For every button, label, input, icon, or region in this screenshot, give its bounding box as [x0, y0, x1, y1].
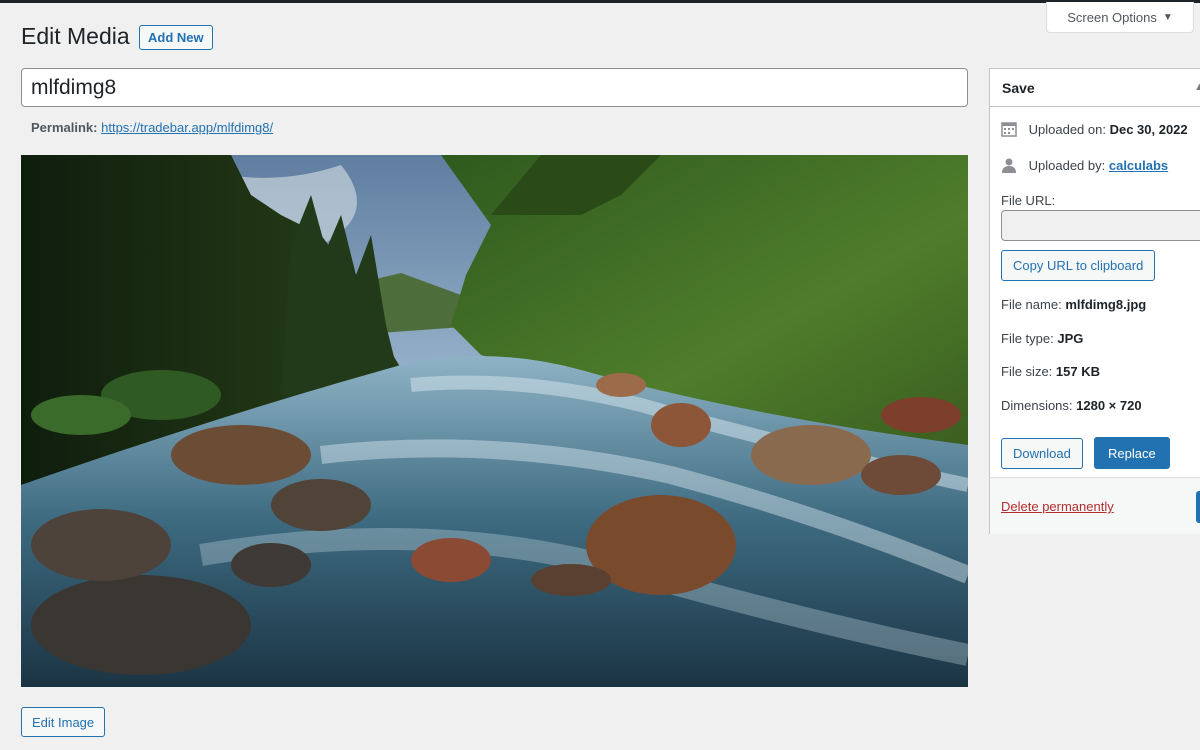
save-metabox: Save ▲ Uploaded on: Dec 30, 2022 Uploade: [989, 68, 1200, 534]
download-button[interactable]: Download: [1001, 438, 1083, 469]
file-url-label: File URL:: [1001, 193, 1056, 208]
page-title: Edit Media: [21, 23, 130, 49]
media-title-input[interactable]: mlfdimg8: [21, 68, 968, 107]
dimensions-label: Dimensions:: [1001, 398, 1077, 413]
permalink: Permalink: https://tradebar.app/mlfdimg8…: [31, 120, 273, 135]
screen-options-label: Screen Options: [1067, 9, 1157, 25]
file-type-label: File type:: [1001, 331, 1058, 346]
file-size-value: 157 KB: [1055, 364, 1100, 379]
uploaded-on-label: Uploaded on:: [1028, 121, 1110, 137]
uploaded-on-value: Dec 30, 2022: [1109, 121, 1188, 137]
user-icon: [1001, 157, 1017, 176]
replace-button[interactable]: Replace: [1094, 437, 1170, 469]
file-type-row: File type: JPG: [1001, 331, 1083, 346]
permalink-link[interactable]: https://tradebar.app/mlfdimg8/: [101, 120, 273, 135]
file-name-value: mlfdimg8.jpg: [1065, 297, 1147, 312]
file-type-value: JPG: [1057, 331, 1084, 346]
delete-permanently-link[interactable]: Delete permanently: [1001, 499, 1114, 514]
admin-top-strip: [0, 0, 1200, 3]
add-new-button[interactable]: Add New: [139, 25, 213, 50]
file-url-input[interactable]: [1001, 210, 1200, 241]
file-size-row: File size: 157 KB: [1001, 364, 1100, 379]
chevron-up-icon[interactable]: ▲: [1194, 81, 1200, 93]
calendar-icon: [1001, 121, 1017, 140]
edit-image-button[interactable]: Edit Image: [21, 707, 106, 737]
dimensions-row: Dimensions: 1280 × 720: [1001, 398, 1142, 413]
file-name-row: File name: mlfdimg8.jpg: [1001, 297, 1146, 312]
triangle-down-icon: ▼: [1162, 11, 1173, 23]
save-metabox-title: Save: [1002, 79, 1035, 96]
file-name-label: File name:: [1001, 297, 1066, 312]
media-image: [21, 155, 968, 687]
uploaded-by-row: Uploaded by: calculabs: [1001, 157, 1168, 176]
media-image-graphic: [21, 155, 968, 687]
screen-options-button[interactable]: Screen Options ▼: [1046, 2, 1194, 33]
update-button[interactable]: [1196, 491, 1200, 523]
file-size-label: File size:: [1001, 364, 1056, 379]
uploaded-by-link[interactable]: calculabs: [1109, 158, 1168, 173]
uploaded-on-row: Uploaded on: Dec 30, 2022: [1001, 121, 1188, 140]
copy-url-button[interactable]: Copy URL to clipboard: [1001, 250, 1156, 281]
save-metabox-footer: Delete permanently: [990, 477, 1200, 534]
uploaded-by-label: Uploaded by:: [1028, 157, 1109, 173]
dimensions-value: 1280 × 720: [1076, 398, 1142, 413]
permalink-label: Permalink:: [31, 120, 98, 135]
save-metabox-header[interactable]: Save ▲: [990, 69, 1200, 107]
